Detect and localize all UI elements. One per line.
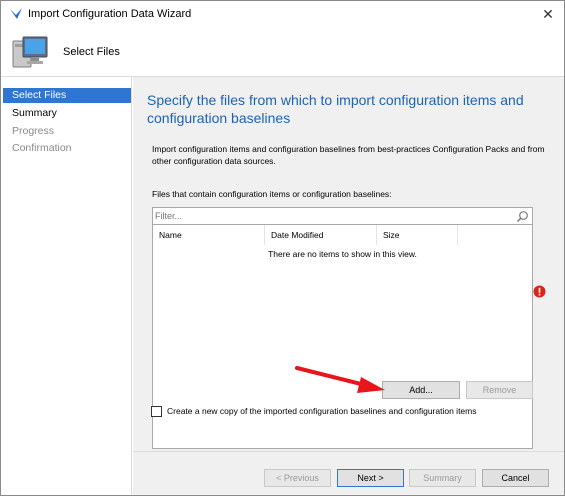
filter-input[interactable]	[155, 209, 510, 223]
cancel-button[interactable]: Cancel	[482, 469, 549, 487]
step-select-files[interactable]: Select Files	[3, 88, 131, 103]
create-copy-checkbox[interactable]	[151, 406, 162, 417]
error-icon	[533, 285, 546, 298]
wizard-window: Import Configuration Data Wizard ✕ Selec…	[0, 0, 565, 496]
description-text: Import configuration items and configura…	[152, 144, 545, 166]
create-copy-label[interactable]: Create a new copy of the imported config…	[167, 406, 477, 416]
step-progress: Progress	[12, 125, 55, 137]
wizard-footer: < Previous Next > Summary Cancel	[133, 451, 564, 495]
files-list-label: Files that contain configuration items o…	[152, 189, 392, 199]
summary-button: Summary	[409, 469, 476, 487]
wizard-content: Specify the files from which to import c…	[133, 77, 564, 451]
wizard-app-icon	[10, 8, 22, 19]
column-header-size[interactable]: Size	[377, 225, 458, 245]
step-summary[interactable]: Summary	[3, 106, 131, 121]
next-button[interactable]: Next >	[337, 469, 404, 487]
remove-button: Remove	[466, 381, 533, 399]
title-bar: Import Configuration Data Wizard ✕	[1, 1, 564, 27]
step-confirmation: Confirmation	[12, 142, 72, 154]
column-header-name[interactable]: Name	[153, 225, 265, 245]
previous-button: < Previous	[264, 469, 331, 487]
add-button[interactable]: Add...	[382, 381, 460, 399]
empty-list-message: There are no items to show in this view.	[268, 249, 417, 259]
wizard-header: Select Files	[1, 27, 564, 77]
window-title: Import Configuration Data Wizard	[28, 8, 192, 20]
filter-box	[152, 207, 533, 225]
page-title: Select Files	[63, 46, 120, 58]
search-icon[interactable]	[516, 210, 529, 223]
close-button[interactable]: ✕	[538, 4, 558, 24]
column-header-date-modified[interactable]: Date Modified	[265, 225, 377, 245]
computer-icon	[12, 36, 48, 68]
content-heading: Specify the files from which to import c…	[147, 92, 524, 126]
wizard-steps-sidebar: Select Files Summary Progress Confirmati…	[1, 77, 132, 495]
